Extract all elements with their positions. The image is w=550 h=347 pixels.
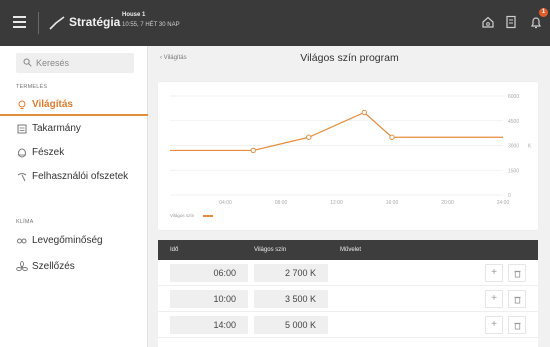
house-info: 10:55, 7 HÉT 30 NAP	[122, 22, 180, 28]
y-tick-label: 1500	[508, 168, 519, 174]
column-header-time: Idő	[170, 247, 179, 253]
table-row: 14:00 5 000 K +	[158, 312, 538, 338]
group-label-climate: KLÍMA	[16, 219, 34, 225]
search-icon	[23, 58, 32, 67]
table-row-partial	[158, 338, 538, 347]
x-tick-label: 16:00	[386, 200, 399, 206]
divider	[38, 12, 39, 34]
y-tick-label: 4500	[508, 119, 519, 125]
color-temp-field[interactable]: 3 500 K	[254, 290, 328, 308]
bulb-icon	[18, 100, 26, 109]
column-header-color: Világos szín	[254, 247, 287, 253]
sidebar: Keresés TERMELÉS Világítás Takarmány Fés…	[0, 46, 148, 347]
sidebar-item-label: Levegőminőség	[32, 235, 103, 246]
sidebar-item-label: Felhasználói ofszetek	[32, 171, 129, 182]
series-line	[170, 111, 503, 152]
time-field[interactable]: 06:00	[170, 264, 248, 282]
document-icon[interactable]	[503, 14, 519, 30]
delete-button[interactable]	[508, 290, 526, 308]
y-tick-label: 0	[508, 193, 511, 199]
sidebar-item-nest[interactable]: Fészek	[0, 142, 148, 164]
co2-icon	[17, 238, 27, 244]
sidebar-item-label: Takarmány	[32, 123, 81, 134]
house-icon[interactable]	[480, 14, 496, 30]
sidebar-item-user-offsets[interactable]: Felhasználói ofszetek	[0, 166, 148, 188]
data-point	[389, 134, 395, 140]
data-point	[306, 134, 312, 140]
trash-icon	[513, 270, 521, 278]
page-header: ‹ Világítás Világos szín program	[149, 46, 550, 74]
chart-card: 0 1500 3000 4500 6000 K 04:00 08:00 12:00 16:00 20…	[158, 82, 538, 230]
strategy-logo-icon	[49, 16, 65, 30]
add-button[interactable]: +	[485, 316, 503, 334]
sidebar-item-label: Szellőzés	[32, 261, 75, 272]
search-input[interactable]: Keresés	[16, 53, 134, 73]
color-temp-field[interactable]: 2 700 K	[254, 264, 328, 282]
time-field[interactable]: 10:00	[170, 290, 248, 308]
data-point	[250, 147, 256, 154]
offset-icon	[17, 173, 27, 182]
page-title: Világos szín program	[300, 52, 399, 64]
x-tick-label: 12:00	[330, 200, 343, 206]
trash-icon	[513, 322, 521, 330]
group-label-production: TERMELÉS	[16, 84, 48, 90]
data-point	[361, 109, 367, 116]
sidebar-item-feed[interactable]: Takarmány	[0, 118, 148, 140]
x-tick-label: 08:00	[275, 200, 288, 206]
y-tick-label: 6000	[508, 94, 519, 100]
house-name: House 1	[122, 12, 146, 18]
table-header: Idő Világos szín Művelet	[158, 240, 538, 260]
add-button[interactable]: +	[485, 264, 503, 282]
menu-icon[interactable]	[13, 16, 26, 28]
color-temp-field[interactable]: 5 000 K	[254, 316, 328, 334]
x-tick-label: 24:00	[497, 200, 510, 206]
light-color-chart: 0 1500 3000 4500 6000 K 04:00 08:00 12:00 16:00 20…	[170, 94, 532, 206]
add-button[interactable]: +	[485, 290, 503, 308]
x-tick-label: 04:00	[219, 200, 232, 206]
sidebar-item-air-quality[interactable]: Levegőminőség	[0, 230, 148, 252]
y-unit-label: K	[528, 144, 532, 150]
sidebar-item-ventilation[interactable]: Szellőzés	[0, 256, 148, 278]
y-tick-label: 3000	[508, 144, 519, 150]
legend-swatch	[203, 215, 213, 217]
sidebar-item-label: Fészek	[32, 147, 65, 158]
trash-icon	[513, 296, 521, 304]
app-title[interactable]: Stratégia	[69, 15, 120, 29]
column-header-action: Művelet	[340, 247, 362, 253]
table-row: 10:00 3 500 K +	[158, 286, 538, 312]
nest-icon	[18, 148, 26, 158]
time-field[interactable]: 14:00	[170, 316, 248, 334]
x-tick-label: 20:00	[441, 200, 454, 206]
legend-label: Világos szín	[170, 213, 195, 218]
sidebar-item-lighting[interactable]: Világítás	[0, 94, 148, 116]
delete-button[interactable]	[508, 316, 526, 334]
table-row: 06:00 2 700 K +	[158, 260, 538, 286]
search-placeholder: Keresés	[36, 58, 70, 68]
fan-icon	[16, 261, 28, 271]
sidebar-item-label: Világítás	[32, 99, 73, 110]
notification-badge: 1	[539, 8, 548, 17]
feed-icon	[17, 124, 27, 134]
delete-button[interactable]	[508, 264, 526, 282]
top-bar: Stratégia House 1 10:55, 7 HÉT 30 NAP 1	[0, 0, 550, 46]
